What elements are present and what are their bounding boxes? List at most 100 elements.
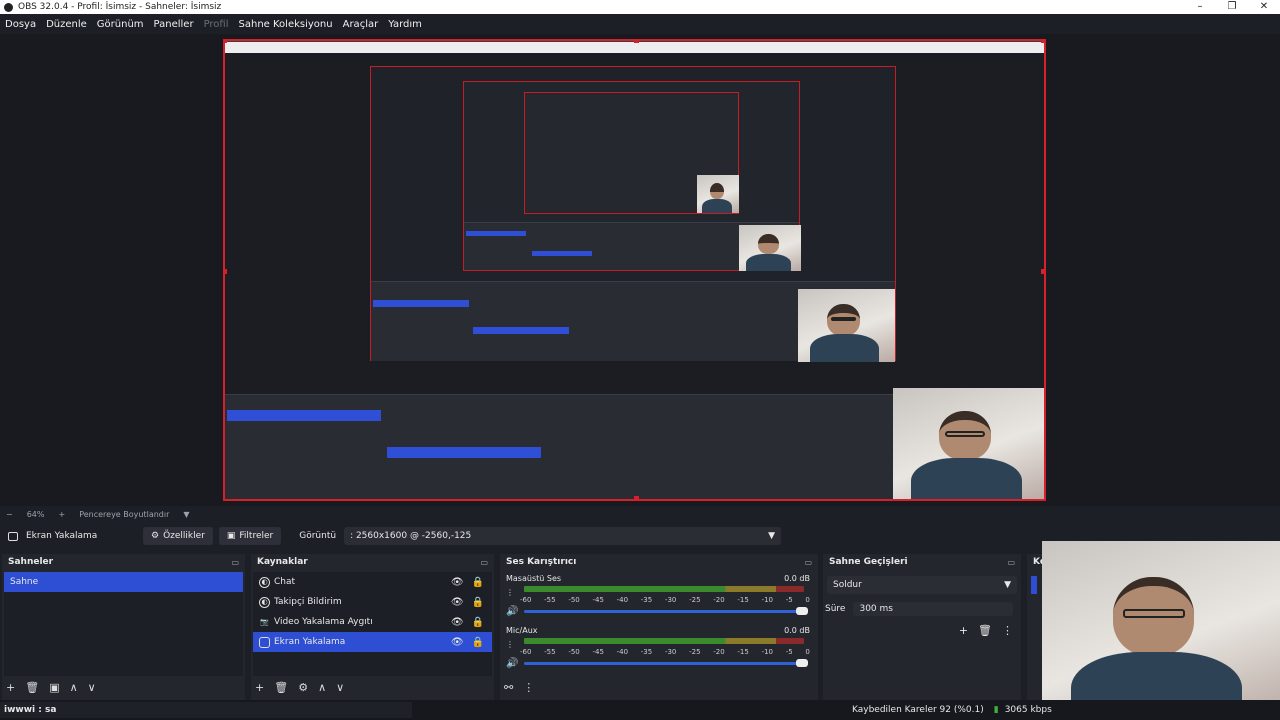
chevron-up-icon[interactable]: ∧ xyxy=(318,681,326,694)
nested-preview-2 xyxy=(463,81,801,271)
chevron-down-icon[interactable]: ▼ xyxy=(183,510,189,519)
trash-icon[interactable]: 🗑 xyxy=(978,624,992,637)
zoom-in-button[interactable]: + xyxy=(58,510,65,519)
window-title: OBS 32.0.4 - Profil: İsimsiz - Sahneler:… xyxy=(18,2,222,12)
kebab-icon[interactable]: ⋮ xyxy=(506,640,514,649)
source-label: Ekran Yakalama xyxy=(274,637,346,647)
lock-icon[interactable]: 🔒 xyxy=(472,577,484,588)
volume-meter xyxy=(524,586,804,592)
menu-sahne-koleksiyonu[interactable]: Sahne Koleksiyonu xyxy=(239,19,333,30)
source-label: Takipçi Bildirim xyxy=(274,597,342,607)
transition-type: Soldur xyxy=(833,580,862,590)
kebab-icon[interactable]: ⋮ xyxy=(1002,624,1013,637)
dock-undock-icon[interactable]: ▭ xyxy=(1007,558,1015,567)
duration-input[interactable]: 300 ms xyxy=(853,602,1014,616)
channel-name: Mic/Aux xyxy=(506,626,538,635)
add-icon[interactable]: + xyxy=(255,681,264,694)
source-item-ekran[interactable]: Ekran Yakalama 👁 🔒 xyxy=(253,632,492,652)
menu-profil[interactable]: Profil xyxy=(204,19,229,30)
transitions-dock: Sahne Geçişleri ▭ Soldur ▼ Süre 300 ms + 🗑… xyxy=(823,554,1021,700)
eye-icon[interactable]: 👁 xyxy=(451,577,464,588)
close-icon[interactable]: ✕ xyxy=(1248,0,1280,14)
properties-button[interactable]: ⚙ Özellikler xyxy=(143,527,213,545)
add-icon[interactable]: + xyxy=(959,624,968,637)
sources-list: ◐ Chat 👁 🔒 ◐ Takipçi Bildirim 👁 🔒 📷 Video … xyxy=(253,572,492,676)
monitor-icon xyxy=(259,636,270,648)
title-bar: OBS 32.0.4 - Profil: İsimsiz - Sahneler:… xyxy=(0,0,1280,14)
dropped-frames: Kaybedilen Kareler 92 (%0.1) xyxy=(852,705,984,715)
source-label: Chat xyxy=(274,577,296,587)
link-icon[interactable]: ⚯ xyxy=(504,681,513,694)
selected-source-name: Ekran Yakalama xyxy=(26,531,98,541)
display-select[interactable]: : 2560x1600 @ -2560,-125 ▼ xyxy=(344,527,782,545)
obs-logo-icon xyxy=(4,2,13,12)
nested-camera-3 xyxy=(697,175,739,213)
channel-name: Masaüstü Ses xyxy=(506,574,562,583)
dock-undock-icon[interactable]: ▭ xyxy=(480,558,488,567)
duration-label: Süre xyxy=(825,604,846,614)
trash-icon[interactable]: 🗑 xyxy=(25,681,39,694)
filter-icon[interactable]: ▣ xyxy=(49,681,59,694)
chevron-up-icon[interactable]: ∧ xyxy=(70,681,78,694)
meter-scale: -60 -55 -50 -45 -40 -35 -30 -25 -20 -15 -10 -5 0 xyxy=(520,596,810,604)
channel-db: 0.0 dB xyxy=(784,574,810,583)
source-item-takipci[interactable]: ◐ Takipçi Bildirim 👁 🔒 xyxy=(253,592,492,612)
chevron-down-icon[interactable]: ∨ xyxy=(336,681,344,694)
duration-row: Süre 300 ms xyxy=(825,602,1014,616)
menu-paneller[interactable]: Paneller xyxy=(154,19,194,30)
transition-select[interactable]: Soldur ▼ xyxy=(827,576,1017,594)
filter-icon: ▣ xyxy=(226,531,236,541)
menu-duzenle[interactable]: Düzenle xyxy=(46,19,87,30)
add-icon[interactable]: + xyxy=(6,681,15,694)
zoom-mode[interactable]: Pencereye Boyutlandır xyxy=(79,510,169,519)
menu-dosya[interactable]: Dosya xyxy=(5,19,36,30)
lock-icon[interactable]: 🔒 xyxy=(472,637,484,648)
eye-icon[interactable]: 👁 xyxy=(451,617,464,628)
bitrate: 3065 kbps xyxy=(1004,705,1052,715)
volume-slider[interactable] xyxy=(524,659,808,667)
mixer-title: Ses Karıştırıcı xyxy=(506,557,577,567)
lock-icon[interactable]: 🔒 xyxy=(472,617,484,628)
menu-araclar[interactable]: Araçlar xyxy=(343,19,379,30)
dock-undock-icon[interactable]: ▭ xyxy=(231,558,239,567)
properties-label: Özellikler xyxy=(163,531,205,541)
dock-undock-icon[interactable]: ▭ xyxy=(804,558,812,567)
preview-canvas[interactable] xyxy=(223,39,1046,501)
trash-icon[interactable]: 🗑 xyxy=(274,681,288,694)
scene-item[interactable]: Sahne xyxy=(4,572,243,592)
maximize-icon[interactable]: ❐ xyxy=(1216,0,1248,14)
volume-slider[interactable] xyxy=(524,607,808,615)
eye-icon[interactable]: 👁 xyxy=(451,637,464,648)
chevron-down-icon: ▼ xyxy=(768,531,776,541)
kebab-icon[interactable]: ⋮ xyxy=(523,681,534,694)
menu-gorunum[interactable]: Görünüm xyxy=(97,19,144,30)
browser-icon: ◐ xyxy=(259,596,270,608)
filters-label: Filtreler xyxy=(239,531,274,541)
status-bar: iwwwi : sa Kaybedilen Kareler 92 (%0.1) … xyxy=(0,700,1280,720)
gear-icon: ⚙ xyxy=(151,531,160,541)
gear-icon[interactable]: ⚙ xyxy=(298,681,308,694)
source-item-video[interactable]: 📷 Video Yakalama Aygıtı 👁 🔒 xyxy=(253,612,492,632)
kebab-icon[interactable]: ⋮ xyxy=(506,588,514,597)
menu-yardim[interactable]: Yardım xyxy=(388,19,422,30)
lock-icon[interactable]: 🔒 xyxy=(472,597,484,608)
eye-icon[interactable]: 👁 xyxy=(451,597,464,608)
source-label: Video Yakalama Aygıtı xyxy=(274,617,373,627)
speaker-icon[interactable]: 🔊 xyxy=(506,658,518,669)
sources-dock: Kaynaklar ▭ ◐ Chat 👁 🔒 ◐ Takipçi Bildirim … xyxy=(251,554,494,700)
filters-button[interactable]: ▣ Filtreler xyxy=(218,527,282,545)
menu-bar: Dosya Düzenle Görünüm Paneller Profil Sa… xyxy=(0,14,1280,34)
speaker-icon[interactable]: 🔊 xyxy=(506,606,518,617)
minimize-icon[interactable]: – xyxy=(1184,0,1216,14)
scenes-dock: Sahneler ▭ Sahne + 🗑 ▣ ∧ ∨ xyxy=(2,554,245,700)
mixer-channel-desktop: Masaüstü Ses 0.0 dB ⋮ -60 -55 -50 -45 -40 -35… xyxy=(506,574,812,624)
sources-title: Kaynaklar xyxy=(257,557,308,567)
nested-camera-0 xyxy=(893,388,1044,499)
volume-meter xyxy=(524,638,804,644)
browser-icon: ◐ xyxy=(259,576,270,588)
nested-preview-1 xyxy=(370,66,896,362)
source-item-chat[interactable]: ◐ Chat 👁 🔒 xyxy=(253,572,492,592)
mixer-dock: Ses Karıştırıcı ▭ Masaüstü Ses 0.0 dB ⋮ -… xyxy=(500,554,818,700)
zoom-out-button[interactable]: − xyxy=(6,510,13,519)
chevron-down-icon[interactable]: ∨ xyxy=(88,681,96,694)
